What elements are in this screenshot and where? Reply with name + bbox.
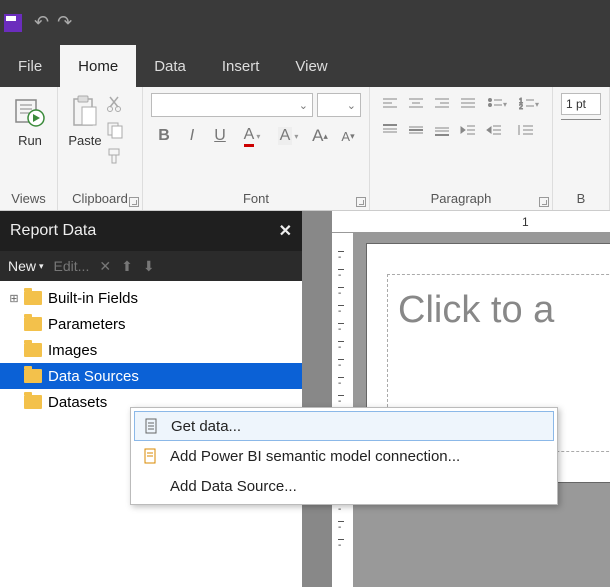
decrease-indent-button[interactable] (456, 119, 480, 141)
panel-delete-icon: ✕ (99, 258, 111, 275)
tree-label: Images (48, 342, 97, 359)
folder-icon (24, 369, 42, 383)
italic-button[interactable]: I (179, 123, 205, 149)
bold-button[interactable]: B (151, 123, 177, 149)
tab-insert[interactable]: Insert (204, 45, 278, 87)
grow-font-button[interactable]: A▴ (307, 123, 333, 149)
ruler-mark: 1 (522, 215, 529, 229)
clipboard-dialog-launcher[interactable] (129, 197, 139, 207)
align-center-button[interactable] (404, 93, 428, 115)
menu-item-add-data-source[interactable]: Add Data Source... (134, 471, 554, 501)
panel-new-button[interactable]: New ▾ (8, 258, 44, 274)
numbering-button[interactable]: 12▾ (514, 93, 544, 115)
folder-icon (24, 291, 42, 305)
ribbon: Run Views Paste Clipboard ⌄ ⌄ (0, 87, 610, 211)
align-right-button[interactable] (430, 93, 454, 115)
ribbon-group-clipboard: Paste Clipboard (58, 87, 143, 210)
design-canvas[interactable]: 1 --- --- --- --- --- -- Click to a (302, 211, 610, 587)
ribbon-group-font: ⌄ ⌄ B I U A▾ A▾ A▴ A▾ Font (143, 87, 370, 210)
font-dialog-launcher[interactable] (356, 197, 366, 207)
paste-icon (68, 95, 102, 129)
tree-label: Data Sources (48, 368, 139, 385)
panel-close-icon[interactable]: ✕ (279, 221, 292, 241)
font-family-combo[interactable]: ⌄ (151, 93, 313, 117)
tree-item-images[interactable]: Images (0, 337, 302, 363)
menu-item-get-data[interactable]: Get data... (134, 411, 554, 441)
border-width-box[interactable]: 1 pt (561, 93, 601, 115)
paragraph-group-label: Paragraph (376, 189, 546, 208)
tab-home[interactable]: Home (60, 45, 136, 87)
line-spacing-button[interactable] (508, 119, 542, 141)
highlight-button[interactable]: A▾ (271, 123, 305, 149)
get-data-icon (143, 417, 161, 435)
copy-icon[interactable] (106, 121, 126, 141)
title-placeholder[interactable]: Click to a (398, 289, 610, 332)
panel-moveup-icon: ⬆ (121, 258, 133, 275)
valign-bottom-button[interactable] (430, 119, 454, 141)
expander-icon[interactable]: ⊞ (8, 292, 20, 305)
ribbon-group-paragraph: ▾ 12▾ Paragraph (370, 87, 553, 210)
increase-indent-button[interactable] (482, 119, 506, 141)
valign-middle-button[interactable] (404, 119, 428, 141)
tab-file[interactable]: File (0, 45, 60, 87)
report-data-panel: Report Data ✕ New ▾ Edit... ✕ ⬆ ⬇ ⊞ Buil… (0, 211, 302, 587)
font-size-combo[interactable]: ⌄ (317, 93, 361, 117)
tab-data[interactable]: Data (136, 45, 204, 87)
ribbon-group-border: 1 pt B (553, 87, 610, 210)
tree-label: Datasets (48, 394, 107, 411)
menu-item-label: Add Data Source... (170, 478, 297, 495)
tree-item-parameters[interactable]: Parameters (0, 311, 302, 337)
ruler-horizontal: 1 (332, 211, 610, 233)
font-group-label: Font (149, 189, 363, 208)
folder-icon (24, 343, 42, 357)
powerbi-icon (142, 447, 160, 465)
tree-item-builtin-fields[interactable]: ⊞ Built-in Fields (0, 285, 302, 311)
titlebar: ↶ ↷ (0, 0, 610, 45)
font-color-button[interactable]: A▾ (235, 123, 269, 149)
shrink-font-button[interactable]: A▾ (335, 123, 361, 149)
views-group-label: Views (6, 189, 51, 208)
align-left-button[interactable] (378, 93, 402, 115)
folder-icon (24, 317, 42, 331)
folder-icon (24, 395, 42, 409)
paste-button[interactable]: Paste (64, 91, 106, 167)
menubar: File Home Data Insert View (0, 45, 610, 87)
undo-icon[interactable]: ↶ (34, 12, 49, 33)
paste-label: Paste (68, 133, 101, 148)
format-painter-icon[interactable] (106, 147, 126, 167)
cut-icon[interactable] (106, 95, 126, 115)
menu-item-label: Add Power BI semantic model connection..… (170, 448, 460, 465)
bullets-button[interactable]: ▾ (482, 93, 512, 115)
justify-button[interactable] (456, 93, 480, 115)
tree-label: Built-in Fields (48, 290, 138, 307)
border-group-label: B (559, 189, 603, 208)
paragraph-dialog-launcher[interactable] (539, 197, 549, 207)
tab-view[interactable]: View (277, 45, 345, 87)
border-style-button[interactable] (561, 119, 601, 141)
tree-label: Parameters (48, 316, 126, 333)
redo-icon[interactable]: ↷ (57, 12, 72, 33)
panel-title: Report Data (10, 222, 96, 240)
panel-edit-button: Edit... (54, 258, 90, 274)
underline-button[interactable]: U (207, 123, 233, 149)
svg-text:2: 2 (519, 104, 523, 111)
run-label: Run (18, 133, 42, 148)
menu-item-add-powerbi[interactable]: Add Power BI semantic model connection..… (134, 441, 554, 471)
panel-toolbar: New ▾ Edit... ✕ ⬆ ⬇ (0, 251, 302, 281)
menu-item-label: Get data... (171, 418, 241, 435)
panel-movedown-icon: ⬇ (143, 258, 155, 275)
run-icon (13, 95, 47, 129)
clipboard-group-label: Clipboard (64, 189, 136, 208)
blank-icon (142, 477, 160, 495)
context-menu: Get data... Add Power BI semantic model … (130, 407, 558, 505)
save-icon[interactable] (4, 14, 22, 32)
ribbon-group-views: Run Views (0, 87, 58, 210)
valign-top-button[interactable] (378, 119, 402, 141)
run-button[interactable]: Run (6, 91, 54, 148)
tree-item-data-sources[interactable]: Data Sources (0, 363, 302, 389)
